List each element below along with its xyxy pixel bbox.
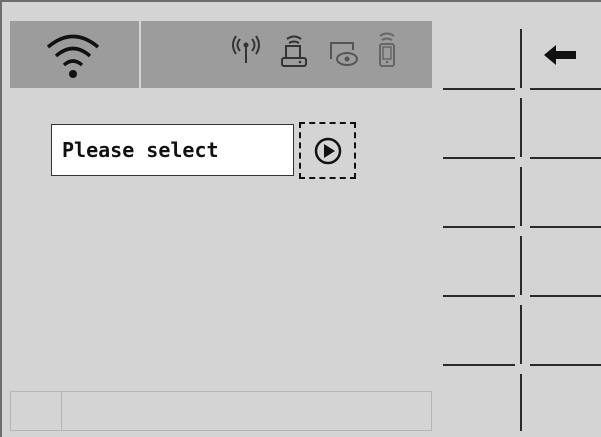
back-arrow-icon[interactable]: [542, 42, 578, 68]
softkey-divider: [520, 305, 522, 364]
softkey-divider: [530, 364, 601, 366]
softkey-divider: [520, 29, 522, 88]
wifi-icon: [46, 34, 100, 78]
softkey-divider: [443, 157, 515, 159]
softkey-divider: [520, 98, 522, 157]
router-icon: [281, 35, 307, 67]
play-icon: [314, 137, 342, 165]
softkey-divider: [530, 157, 601, 159]
softkey-divider: [443, 88, 515, 90]
screen-view-icon: [330, 42, 358, 66]
play-button[interactable]: [299, 122, 356, 179]
softkey-divider: [443, 226, 515, 228]
softkey-divider: [530, 295, 601, 297]
antenna-signal-icon: [232, 35, 260, 63]
wifi-cell: [10, 21, 141, 88]
status-bar: [10, 21, 432, 88]
phone-wireless-icon: [379, 32, 395, 67]
softkey-divider: [530, 226, 601, 228]
softkey-divider: [520, 374, 522, 431]
softkey-divider: [443, 364, 515, 366]
softkey-divider: [520, 236, 522, 295]
softkey-divider: [443, 295, 515, 297]
bottom-bar-divider: [61, 392, 62, 430]
softkey-divider: [530, 88, 601, 90]
selection-field[interactable]: Please select: [51, 124, 294, 176]
softkey-divider: [520, 167, 522, 226]
screen: Please select: [0, 0, 601, 437]
bottom-bar: [10, 391, 432, 431]
